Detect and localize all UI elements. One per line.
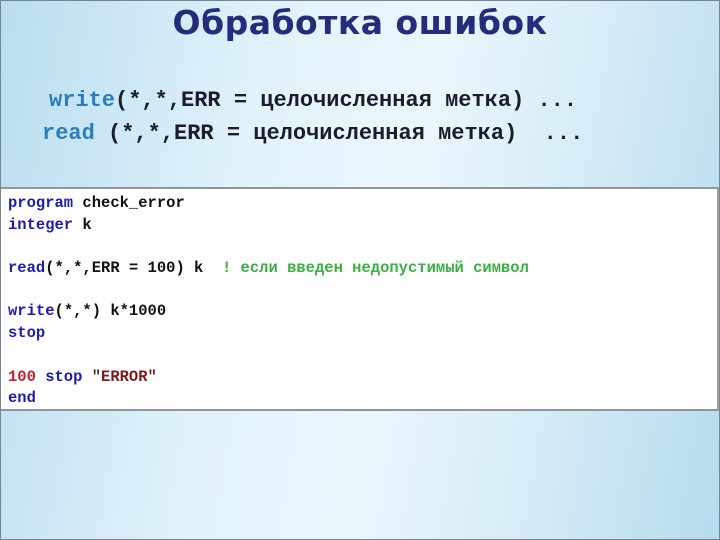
code-text: (*,*) k*1000 [54,302,167,321]
code-line: integer k [8,215,717,237]
syntax-line-write: write(*,*,ERR = целочисленная метка) ... [49,88,719,113]
code-keyword: program [8,194,74,212]
code-keyword: stop [35,367,83,386]
syntax-rest: (*,*,ERR = целочисленная метка) ... [94,121,584,146]
code-listing: program check_error integer k read(*,*,ERR… [1,189,717,410]
slide-title: Обработка ошибок [172,3,548,42]
code-line: stop [8,323,717,345]
code-comment: ! если введен недопустимый символ [221,259,529,278]
code-line: end [8,388,717,410]
code-line: read(*,*,ERR = 100) k ! если введен недо… [8,258,717,280]
code-line: program check_error [8,193,717,215]
code-text: check_error [73,194,185,212]
code-text: k [73,215,92,234]
code-line: write(*,*) k*1000 [8,301,717,323]
code-text: (*,*,ERR = 100) k [45,259,222,278]
slide: Обработка ошибок write(*,*,ERR = целочис… [0,0,720,540]
code-keyword: read [8,259,46,278]
code-line: 100 stop "ERROR" [8,367,717,389]
code-keyword: end [8,389,36,408]
syntax-line-read: read (*,*,ERR = целочисленная метка) ... [42,121,719,146]
code-keyword: write [8,302,55,321]
syntax-keyword: read [42,121,95,146]
syntax-keyword: write [49,88,116,113]
code-keyword: stop [8,324,46,343]
code-box: program check_error integer k read(*,*,ERR… [1,187,719,411]
syntax-rest: (*,*,ERR = целочисленная метка) ... [115,88,578,113]
code-label: 100 [8,367,36,386]
code-string: "ERROR" [82,367,157,386]
code-keyword: integer [8,215,74,234]
